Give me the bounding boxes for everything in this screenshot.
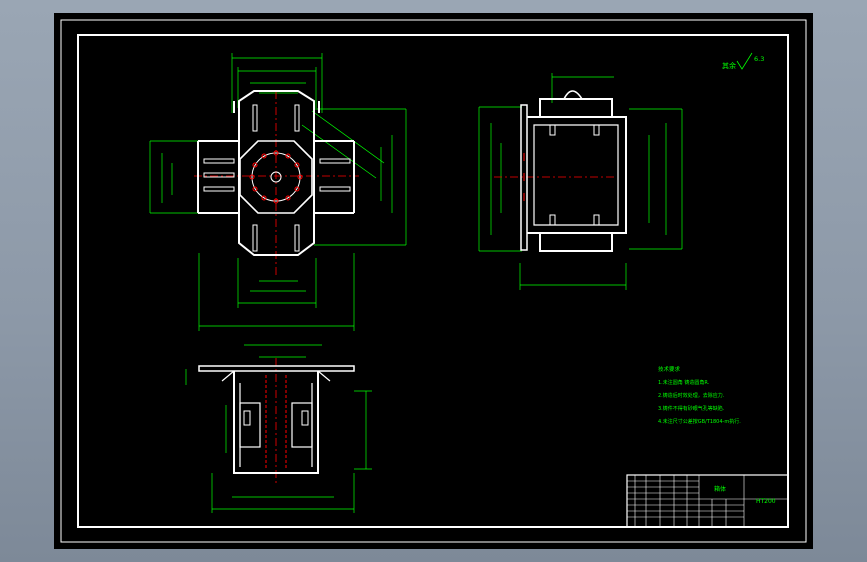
part-name: 箱体 [714,485,726,493]
material: HT200 [756,498,776,505]
side-view [478,73,683,290]
tech-req-item: 3.铸件不得有砂眼气孔等缺陷. [658,405,725,412]
side-view-dimensions [478,73,683,290]
roughness-value: 6.3 [754,55,764,63]
tech-req-title: 技术要求 [658,365,681,373]
drawing-canvas: 其余 6.3 技术要求 1.未注圆角 铸造圆角R. 2.铸造后时效处理，去除应力… [60,19,807,543]
cad-viewport[interactable]: 其余 6.3 技术要求 1.未注圆角 铸造圆角R. 2.铸造后时效处理，去除应力… [0,0,867,562]
roughness-label: 其余 [722,61,736,70]
front-view-centerlines [194,91,359,275]
tech-req-item: 4.未注尺寸公差按GB/T1804-m执行. [658,418,741,425]
outer-border [60,19,807,543]
section-view [185,344,372,513]
tech-req-item: 1.未注圆角 铸造圆角R. [658,379,710,386]
tech-req-item: 2.铸造后时效处理，去除应力. [658,392,725,399]
drawing-sheet: 其余 6.3 技术要求 1.未注圆角 铸造圆角R. 2.铸造后时效处理，去除应力… [54,13,813,549]
title-block: 箱体 HT200 [626,474,789,528]
front-view-dimensions [149,53,407,331]
front-view [149,53,407,331]
roughness-symbol: 其余 6.3 [722,52,764,70]
tech-requirements: 技术要求 1.未注圆角 铸造圆角R. 2.铸造后时效处理，去除应力. 3.铸件不… [658,365,741,425]
section-view-dimensions [185,344,372,513]
roughness-check-icon [736,52,753,70]
